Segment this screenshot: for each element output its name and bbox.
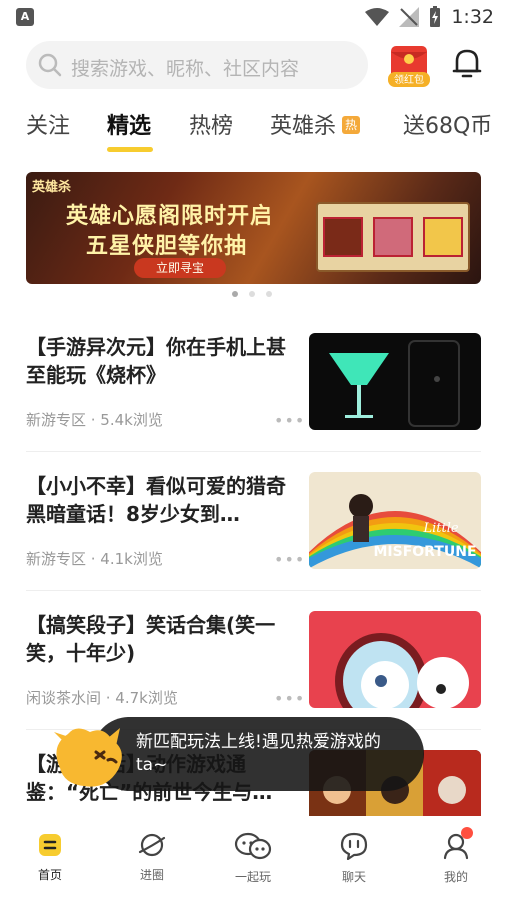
more-options-icon[interactable]: •••	[274, 411, 305, 430]
pagination-dot	[232, 291, 238, 297]
feed-item-thumbnail	[309, 333, 481, 430]
bottom-navigation: 首页 进圈 一起玩 聊天 我的	[0, 816, 506, 900]
bell-icon[interactable]	[450, 46, 484, 80]
tab-featured[interactable]: 精选	[107, 108, 151, 140]
banner-cta-button[interactable]: 立即寻宝	[134, 258, 226, 278]
tab-follow[interactable]: 关注	[26, 108, 70, 140]
gamepad-chat-icon	[234, 832, 272, 860]
hot-badge: 热	[342, 116, 361, 134]
status-bar: A 1:32	[0, 0, 506, 34]
wifi-icon	[365, 8, 390, 26]
toast-message: 新匹配玩法上线!遇见热爱游戏的ta~	[136, 732, 381, 775]
banner-logo: 英雄杀	[32, 180, 72, 195]
planet-icon	[138, 833, 166, 857]
search-input[interactable]: 搜索游戏、昵称、社区内容	[26, 41, 368, 89]
nav-play-together-label: 一起玩	[234, 870, 271, 884]
reward-item-image	[423, 217, 463, 257]
mascot-icon	[54, 728, 122, 787]
red-packet-icon: 领红包	[388, 46, 430, 87]
reward-item-image	[323, 217, 363, 257]
nav-profile-label: 我的	[443, 870, 468, 884]
feed-item-meta: 新游专区 · 4.1k浏览	[26, 550, 163, 568]
banner-headline: 英雄心愿阁限时开启	[66, 204, 274, 229]
red-packet-button[interactable]: 领红包	[388, 42, 430, 88]
feed-item-title: 【搞笑段子】笑话合集(笑一笑，十年少)	[26, 613, 276, 665]
banner-subheadline: 五星侠胆等你抽	[86, 234, 248, 259]
feed-item-thumbnail: Little MISFORTUNE	[309, 472, 481, 569]
app-notification-icon: A	[16, 8, 34, 26]
notification-dot	[461, 827, 473, 839]
feed-item[interactable]: 【搞笑段子】笑话合集(笑一笑，十年少) 闲谈茶水间 · 4.7k浏览 •••	[26, 611, 481, 721]
tab-yingxiongsha[interactable]: 英雄杀热	[270, 108, 361, 140]
home-icon	[39, 834, 61, 856]
banner-reward-scroll	[316, 202, 470, 272]
feed-item-meta: 新游专区 · 5.4k浏览	[26, 411, 163, 429]
nav-circles[interactable]: 进圈	[112, 832, 192, 883]
feed-item-thumbnail	[309, 611, 481, 708]
nav-circles-label: 进圈	[139, 868, 164, 882]
nav-home-label: 首页	[37, 868, 62, 882]
reward-item-image	[373, 217, 413, 257]
divider	[26, 590, 481, 591]
red-packet-label: 领红包	[394, 73, 424, 86]
pagination-dot	[266, 291, 272, 297]
battery-icon	[430, 6, 441, 27]
divider	[26, 451, 481, 452]
nav-play-together[interactable]: 一起玩	[213, 832, 293, 885]
nav-home[interactable]: 首页	[10, 832, 90, 883]
top-bar: 搜索游戏、昵称、社区内容 领红包	[0, 38, 506, 92]
promo-banner[interactable]: 英雄杀 英雄心愿阁限时开启 五星侠胆等你抽 立即寻宝	[26, 172, 481, 284]
feed-item-title: 【小小不幸】看似可爱的猎奇黑暗童话！8岁少女到…	[26, 474, 286, 526]
feed-item-title: 【手游异次元】你在手机上甚至能玩《烧杯》	[26, 335, 286, 387]
no-signal-icon	[399, 7, 420, 27]
banner-pagination	[232, 291, 272, 297]
feed-item[interactable]: 【手游异次元】你在手机上甚至能玩《烧杯》 新游专区 · 5.4k浏览 •••	[26, 333, 481, 443]
thumb-text-little: Little	[422, 521, 458, 536]
feed-item-meta: 闲谈茶水间 · 4.7k浏览	[26, 689, 178, 707]
toast-notification[interactable]: 新匹配玩法上线!遇见热爱游戏的ta~	[92, 717, 424, 791]
nav-profile[interactable]: 我的	[416, 832, 496, 885]
pagination-dot	[249, 291, 255, 297]
clock: 1:32	[451, 6, 494, 28]
search-placeholder: 搜索游戏、昵称、社区内容	[71, 58, 300, 80]
more-options-icon[interactable]: •••	[274, 550, 305, 569]
tab-qcoin-promo[interactable]: 送68Q币	[403, 108, 492, 140]
category-tabs: 关注 精选 热榜 英雄杀热 送68Q币	[0, 104, 506, 156]
tab-hot-list[interactable]: 热榜	[189, 108, 233, 140]
chat-bubble-icon	[340, 832, 368, 861]
tab-yingxiongsha-label: 英雄杀	[270, 114, 337, 139]
search-icon	[38, 53, 62, 77]
more-options-icon[interactable]: •••	[274, 689, 305, 708]
active-tab-indicator	[107, 147, 153, 152]
feed-item[interactable]: 【小小不幸】看似可爱的猎奇黑暗童话！8岁少女到… 新游专区 · 4.1k浏览 •…	[26, 472, 481, 582]
thumb-text-misfortune: MISFORTUNE	[373, 544, 476, 560]
nav-chat-label: 聊天	[341, 870, 366, 884]
nav-chat[interactable]: 聊天	[314, 832, 394, 885]
